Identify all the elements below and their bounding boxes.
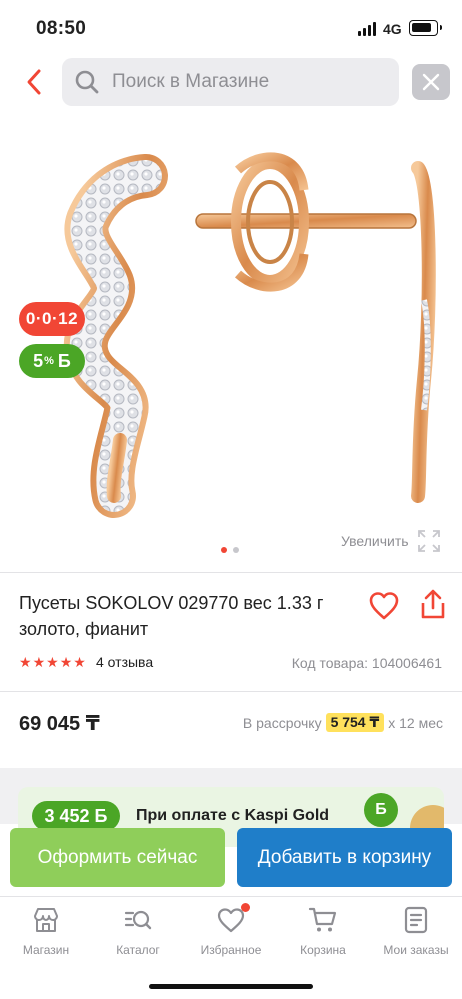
tab-label: Мои заказы — [383, 943, 449, 957]
installment-info: В рассрочку 5 754 ₸ x 12 мес — [243, 713, 443, 732]
star-icon: ★ — [59, 654, 73, 670]
bonus-percent: 5 — [33, 350, 44, 371]
expand-icon — [417, 530, 440, 552]
bonus-coin-icon: Б — [364, 793, 398, 827]
product-code: Код товара: 104006461 — [291, 655, 442, 671]
bonus-percent-sign: % — [44, 355, 54, 367]
add-to-cart-button[interactable]: Добавить в корзину — [237, 828, 452, 887]
close-icon[interactable] — [412, 64, 450, 100]
zoom-button[interactable]: Увеличить — [341, 529, 441, 553]
installment-prefix: В рассрочку — [242, 714, 322, 731]
search-icon — [75, 70, 99, 94]
star-icon: ★ — [73, 654, 86, 670]
zoom-label: Увеличить — [341, 533, 409, 549]
bonus-symbol: Б — [57, 350, 71, 371]
store-icon — [31, 905, 61, 935]
gallery-pagination — [221, 547, 241, 553]
network-label: 4G — [383, 21, 402, 37]
divider — [0, 691, 462, 692]
status-time: 08:50 — [36, 18, 87, 39]
installment-promo-badge: 0·0·12 — [19, 302, 85, 336]
tab-orders[interactable]: Мои заказы — [370, 905, 462, 965]
reviews-link[interactable]: 4 отзыва — [96, 654, 153, 670]
page-dot — [233, 547, 239, 553]
buy-now-button[interactable]: Оформить сейчас — [10, 828, 225, 887]
tab-cart[interactable]: Корзина — [277, 905, 369, 965]
share-icon[interactable] — [420, 588, 446, 620]
tab-label: Каталог — [116, 943, 160, 957]
notification-dot — [241, 903, 250, 912]
heart-icon[interactable] — [368, 590, 400, 622]
star-icon: ★ — [19, 654, 32, 670]
search-input[interactable] — [112, 58, 382, 106]
star-icon: ★ — [32, 654, 46, 670]
kaspi-banner-text: При оплате с Kaspi Gold — [136, 807, 330, 824]
product-price: 69 045 ₸ — [19, 713, 100, 735]
battery-icon — [409, 20, 442, 36]
installment-term: x 12 мес — [388, 714, 443, 731]
installment-amount: 5 754 ₸ — [325, 713, 385, 732]
rating-stars: ★ ★ ★ ★ ★ — [19, 654, 86, 670]
catalog-search-icon — [123, 905, 153, 935]
tab-label: Корзина — [300, 943, 346, 957]
orders-icon — [401, 905, 431, 935]
search-bar[interactable] — [62, 58, 399, 106]
star-icon: ★ — [46, 654, 59, 670]
bonus-badge: 5% Б — [19, 344, 85, 378]
page-dot-active — [221, 547, 227, 553]
kaspi-bonus-chip: 3 452 Б — [32, 801, 120, 831]
product-title: Пусеты SOKOLOV 029770 вес 1.33 г золото,… — [19, 593, 324, 639]
divider — [0, 572, 462, 573]
tab-favorites[interactable]: Избранное — [185, 903, 277, 965]
cart-icon — [308, 905, 338, 935]
tab-store[interactable]: Магазин — [0, 905, 92, 965]
home-indicator — [149, 984, 313, 989]
heart-icon — [216, 903, 250, 935]
tab-label: Магазин — [22, 943, 70, 957]
tab-label: Избранное — [200, 943, 262, 957]
signal-icon — [358, 22, 378, 36]
chevron-left-icon[interactable] — [20, 66, 48, 98]
tab-catalog[interactable]: Каталог — [92, 905, 184, 965]
status-bar: 08:50 4G — [0, 0, 462, 52]
